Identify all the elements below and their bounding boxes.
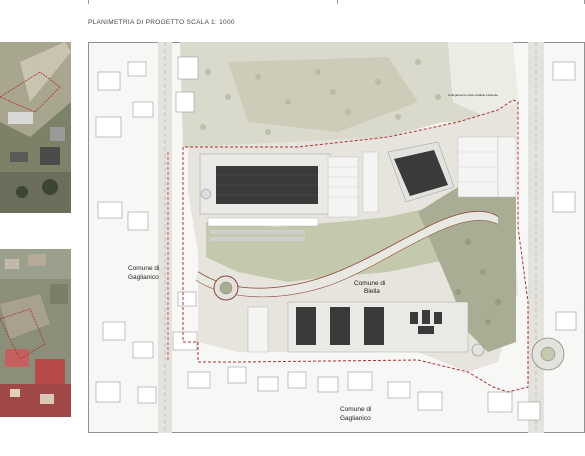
label-comune-gaglianico-south-2: Gaglianico [340,415,371,422]
label-comune-biella-2: Biella [364,288,380,295]
page-title: PLANIMETRIA DI PROGETTO SCALA 1: 1000 [88,19,235,26]
label-note-north: Collegamento pista ciclabile esistente [448,93,498,97]
aerial-photo-top [0,42,71,213]
crop-mark [88,0,89,4]
label-comune-gaglianico-south-1: Comune di [340,406,371,413]
site-plan-drawing: Comune di Gaglianico Comune di Biella Co… [88,42,585,433]
label-comune-biella-1: Comune di [354,280,385,287]
label-comune-gaglianico-west-1: Comune di [128,265,159,272]
aerial-photo-bottom [0,249,71,417]
crop-mark [337,0,338,4]
label-comune-gaglianico-west-2: Gaglianico [128,274,159,281]
